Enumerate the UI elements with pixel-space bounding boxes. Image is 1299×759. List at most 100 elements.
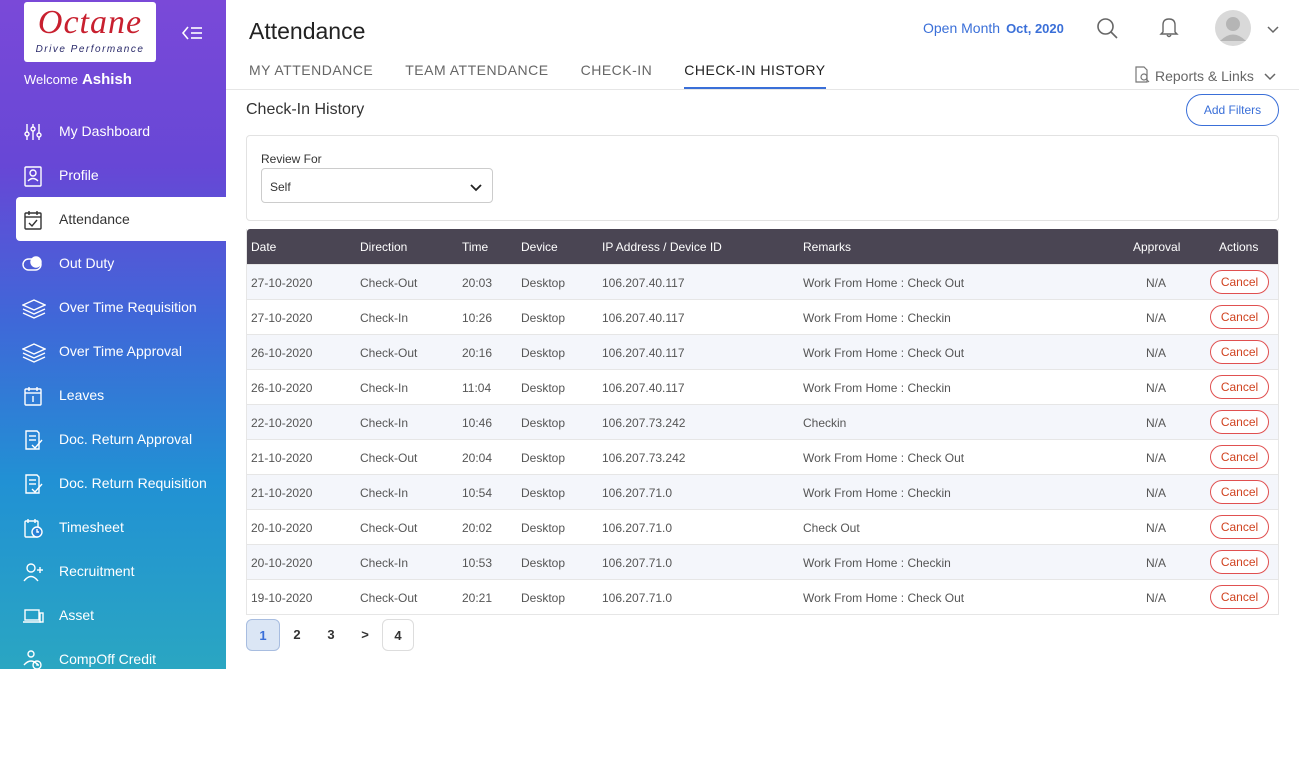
sidebar-item-over-time-approval[interactable]: Over Time Approval xyxy=(0,329,226,373)
tab-check-in-history[interactable]: CHECK-IN HISTORY xyxy=(684,62,826,89)
search-icon[interactable] xyxy=(1096,17,1118,44)
cell-direction: Check-In xyxy=(360,556,409,570)
page-1-button[interactable]: 1 xyxy=(246,619,280,651)
user-name: Ashish xyxy=(81,71,132,88)
column-header-device[interactable]: Device xyxy=(521,240,558,254)
cell-time: 11:04 xyxy=(462,381,492,395)
cell-time: 20:02 xyxy=(462,521,493,535)
page-3-button[interactable]: 3 xyxy=(314,619,348,651)
cell-ip-address: 106.207.71.0 xyxy=(602,486,673,500)
cell-remarks: Checkin xyxy=(803,416,847,430)
cell-direction: Check-In xyxy=(360,311,409,325)
table-row: 20-10-2020 Check-In 10:53 Desktop 106.20… xyxy=(247,544,1278,579)
cell-date: 20-10-2020 xyxy=(251,521,313,535)
cell-date: 27-10-2020 xyxy=(251,311,313,325)
cell-approval: N/A xyxy=(1146,416,1167,430)
cancel-button[interactable]: Cancel xyxy=(1210,305,1269,329)
sidebar-item-attendance[interactable]: Attendance xyxy=(16,197,226,241)
collapse-sidebar-icon[interactable] xyxy=(180,22,204,44)
cancel-button[interactable]: Cancel xyxy=(1210,550,1269,574)
column-header-actions: Actions xyxy=(1219,240,1259,254)
sidebar-item-label: My Dashboard xyxy=(59,123,151,139)
table-row: 27-10-2020 Check-Out 20:03 Desktop 106.2… xyxy=(247,264,1278,299)
sliders-icon xyxy=(22,121,44,143)
cancel-button[interactable]: Cancel xyxy=(1210,410,1269,434)
tab-my-attendance[interactable]: MY ATTENDANCE xyxy=(249,62,373,89)
cell-device: Desktop xyxy=(521,591,566,605)
cell-direction: Check-Out xyxy=(360,346,418,360)
chevron-down-icon[interactable] xyxy=(1266,22,1280,40)
cell-remarks: Work From Home : Checkin xyxy=(803,486,951,500)
sidebar-item-doc-return-requisition[interactable]: Doc. Return Requisition xyxy=(0,461,226,505)
sidebar-item-doc-return-approval[interactable]: Doc. Return Approval xyxy=(0,417,226,461)
cell-direction: Check-Out xyxy=(360,591,418,605)
sidebar-item-recruitment[interactable]: Recruitment xyxy=(0,549,226,593)
calendar-icon xyxy=(22,385,44,407)
sidebar-item-profile[interactable]: Profile xyxy=(0,153,226,197)
cell-ip-address: 106.207.73.242 xyxy=(602,416,686,430)
sidebar: Octane Drive Performance Welcome Ashish M… xyxy=(0,0,226,669)
cancel-button[interactable]: Cancel xyxy=(1210,270,1269,294)
users-clock-icon xyxy=(22,649,44,669)
cell-remarks: Check Out xyxy=(803,521,860,535)
avatar[interactable] xyxy=(1215,10,1251,51)
sidebar-item-label: Profile xyxy=(59,167,99,183)
sidebar-item-label: Leaves xyxy=(59,387,105,403)
column-header-direction[interactable]: Direction xyxy=(360,240,407,254)
cancel-button[interactable]: Cancel xyxy=(1210,445,1269,469)
cell-time: 20:04 xyxy=(462,451,493,465)
cell-ip-address: 106.207.40.117 xyxy=(602,346,685,360)
last-page-button[interactable]: 4 xyxy=(382,619,414,651)
toggle-icon xyxy=(22,253,44,275)
header-divider xyxy=(226,89,1299,90)
cell-time: 10:46 xyxy=(462,416,493,430)
sidebar-item-leaves[interactable]: Leaves xyxy=(0,373,226,417)
sidebar-item-over-time-requisition[interactable]: Over Time Requisition xyxy=(0,285,226,329)
column-header-date[interactable]: Date xyxy=(251,240,276,254)
cell-remarks: Work From Home : Check Out xyxy=(803,276,965,290)
id-card-icon xyxy=(22,165,44,187)
cell-direction: Check-In xyxy=(360,381,409,395)
cell-time: 10:54 xyxy=(462,486,493,500)
reports-links-dropdown[interactable]: Reports & Links xyxy=(1134,66,1276,86)
layers-icon xyxy=(21,297,47,319)
page-title: Attendance xyxy=(249,18,366,44)
cancel-button[interactable]: Cancel xyxy=(1210,375,1269,399)
column-header-time[interactable]: Time xyxy=(462,240,488,254)
tab-check-in[interactable]: CHECK-IN xyxy=(581,62,653,89)
sidebar-item-label: Timesheet xyxy=(59,519,124,535)
review-for-select[interactable]: Self xyxy=(261,168,493,203)
sidebar-item-label: Out Duty xyxy=(59,255,115,271)
cell-approval: N/A xyxy=(1146,381,1167,395)
cell-device: Desktop xyxy=(521,346,566,360)
chevron-down-icon xyxy=(1264,68,1276,84)
tab-team-attendance[interactable]: TEAM ATTENDANCE xyxy=(405,62,548,89)
cancel-button[interactable]: Cancel xyxy=(1210,340,1269,364)
column-header-remarks[interactable]: Remarks xyxy=(803,240,851,254)
column-header-ip-address[interactable]: IP Address / Device ID xyxy=(602,240,722,254)
column-header-approval[interactable]: Approval xyxy=(1133,240,1180,254)
cancel-button[interactable]: Cancel xyxy=(1210,480,1269,504)
next-page-button[interactable]: > xyxy=(348,619,382,651)
sidebar-item-compoff-credit[interactable]: CompOff Credit xyxy=(0,637,226,669)
open-month: Open Month Oct, 2020 xyxy=(923,20,1064,36)
octane-logo[interactable]: Octane Drive Performance xyxy=(24,2,156,62)
check-in-history-table: Date Direction Time Device IP Address / … xyxy=(246,229,1279,615)
add-filters-button[interactable]: Add Filters xyxy=(1186,94,1279,126)
page-2-button[interactable]: 2 xyxy=(280,619,314,651)
cell-approval: N/A xyxy=(1146,556,1167,570)
cell-date: 22-10-2020 xyxy=(251,416,313,430)
cell-approval: N/A xyxy=(1146,276,1167,290)
table-row: 20-10-2020 Check-Out 20:02 Desktop 106.2… xyxy=(247,509,1278,544)
bell-icon[interactable] xyxy=(1159,16,1179,43)
cancel-button[interactable]: Cancel xyxy=(1210,515,1269,539)
sidebar-item-out-duty[interactable]: Out Duty xyxy=(0,241,226,285)
cancel-button[interactable]: Cancel xyxy=(1210,585,1269,609)
sidebar-item-label: Attendance xyxy=(59,211,130,227)
sidebar-item-timesheet[interactable]: Timesheet xyxy=(0,505,226,549)
welcome-text: Welcome Ashish xyxy=(24,71,132,88)
table-body: 27-10-2020 Check-Out 20:03 Desktop 106.2… xyxy=(247,264,1278,614)
sidebar-item-my-dashboard[interactable]: My Dashboard xyxy=(0,109,226,153)
cell-time: 10:26 xyxy=(462,311,493,325)
sidebar-item-asset[interactable]: Asset xyxy=(0,593,226,637)
